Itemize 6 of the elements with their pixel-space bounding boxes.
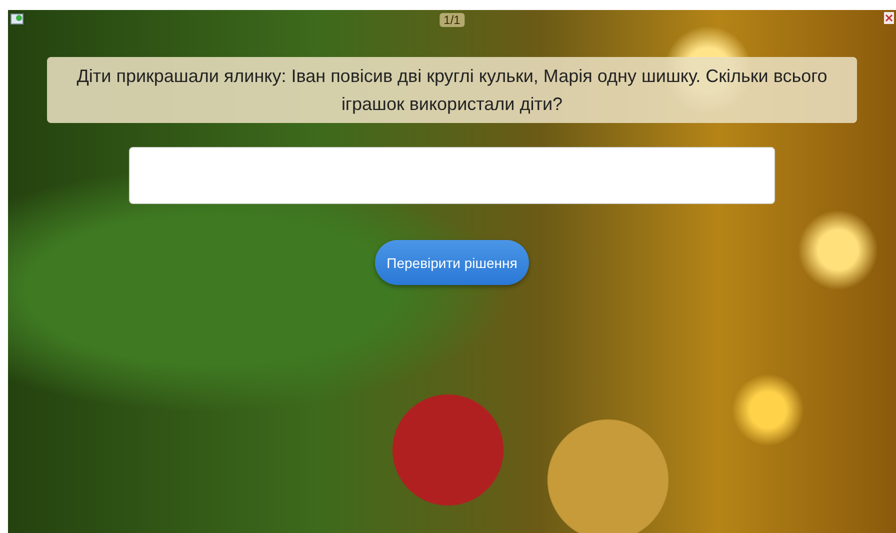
question-text: Діти прикрашали ялинку: Іван повісив дві круглі кульки, Марія одну шишку. Скільки всього іграшок використали діти? bbox=[47, 57, 857, 123]
answer-field[interactable] bbox=[129, 147, 775, 204]
close-icon[interactable] bbox=[884, 12, 894, 24]
page-counter: 1/1 bbox=[440, 13, 464, 27]
picture-icon[interactable] bbox=[10, 12, 24, 26]
check-button[interactable]: Перевірити рішення bbox=[374, 240, 530, 285]
